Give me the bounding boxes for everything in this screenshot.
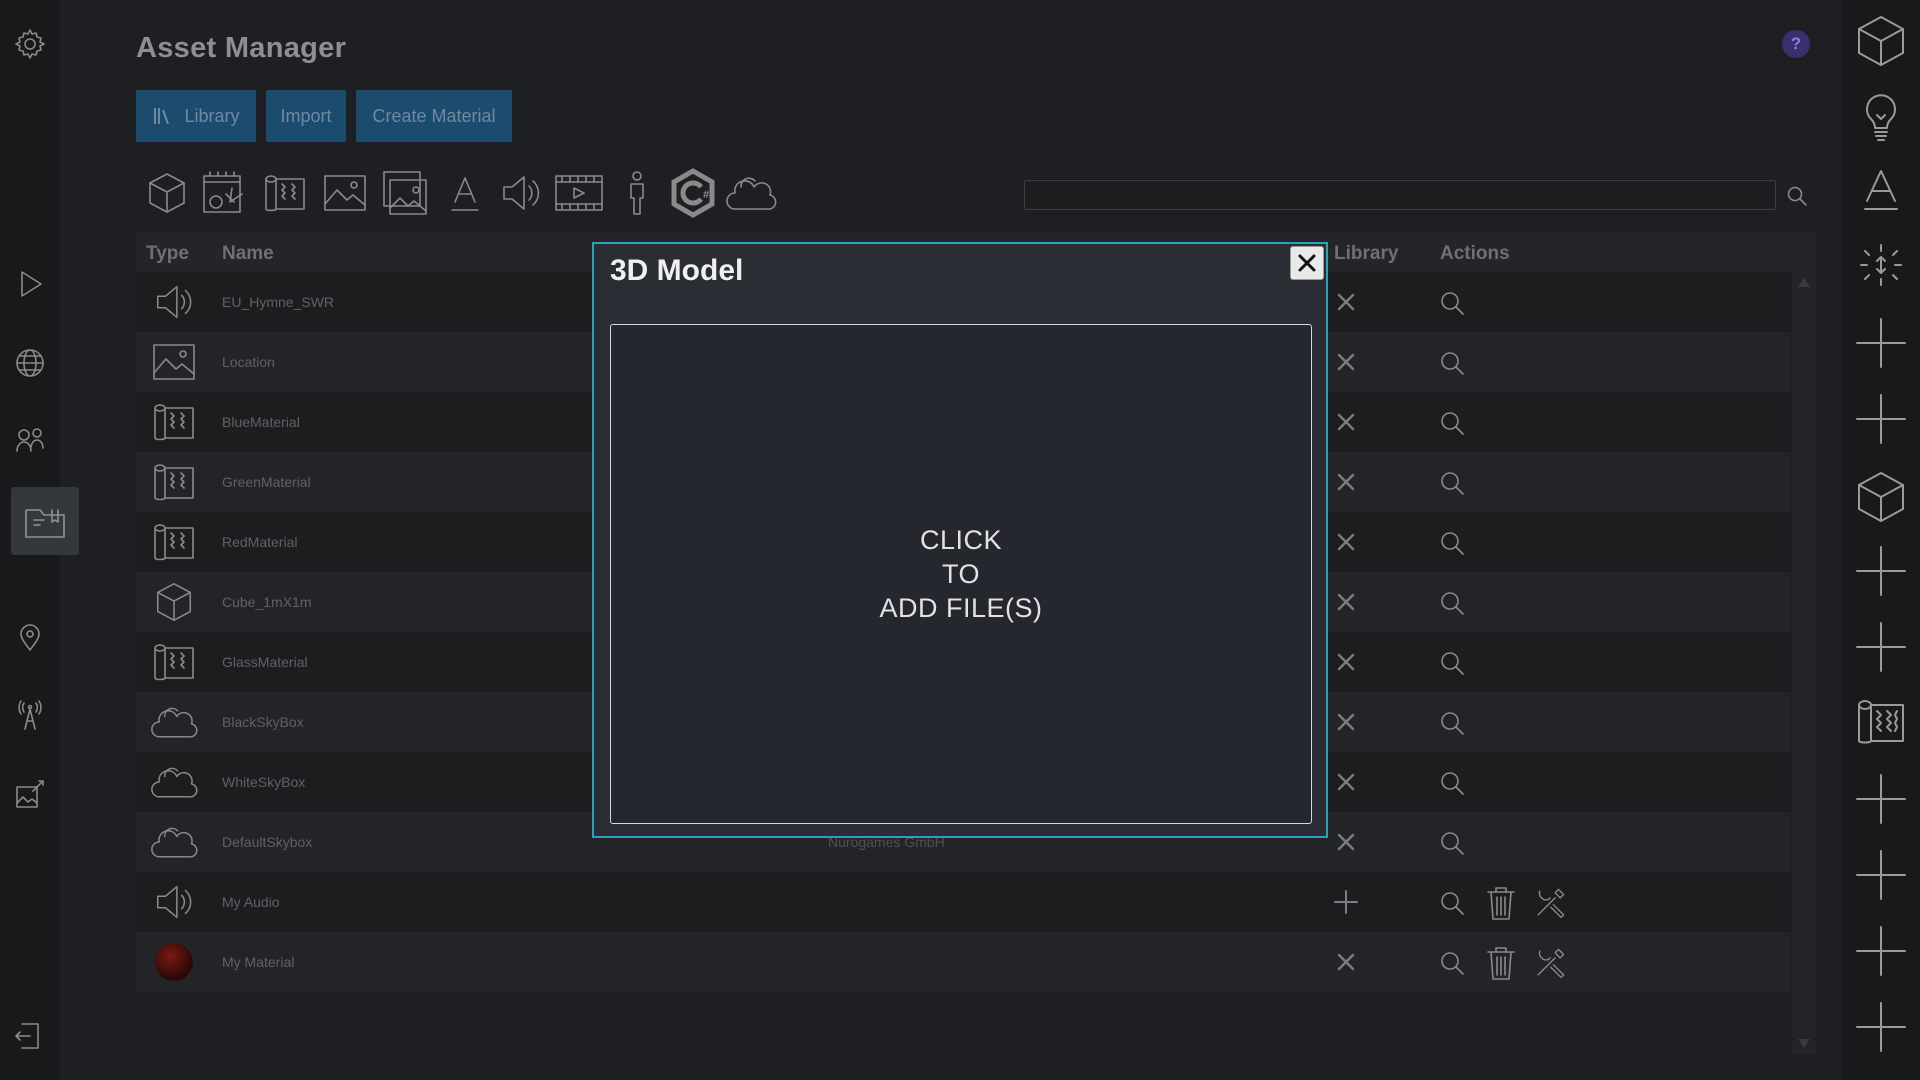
dropzone-line: CLICK [919,525,1003,555]
dropzone-line: ADD FILE(S) [879,593,1043,623]
modal-title: 3D Model [610,254,744,287]
file-dropzone[interactable]: CLICK TO ADD FILE(S) [610,324,1312,824]
dropzone-line: TO [941,559,980,589]
close-icon [1298,254,1316,272]
dropzone-text: CLICK TO ADD FILE(S) [879,523,1042,625]
upload-modal: 3D Model CLICK TO ADD FILE(S) [592,242,1328,838]
modal-close-button[interactable] [1290,246,1324,280]
